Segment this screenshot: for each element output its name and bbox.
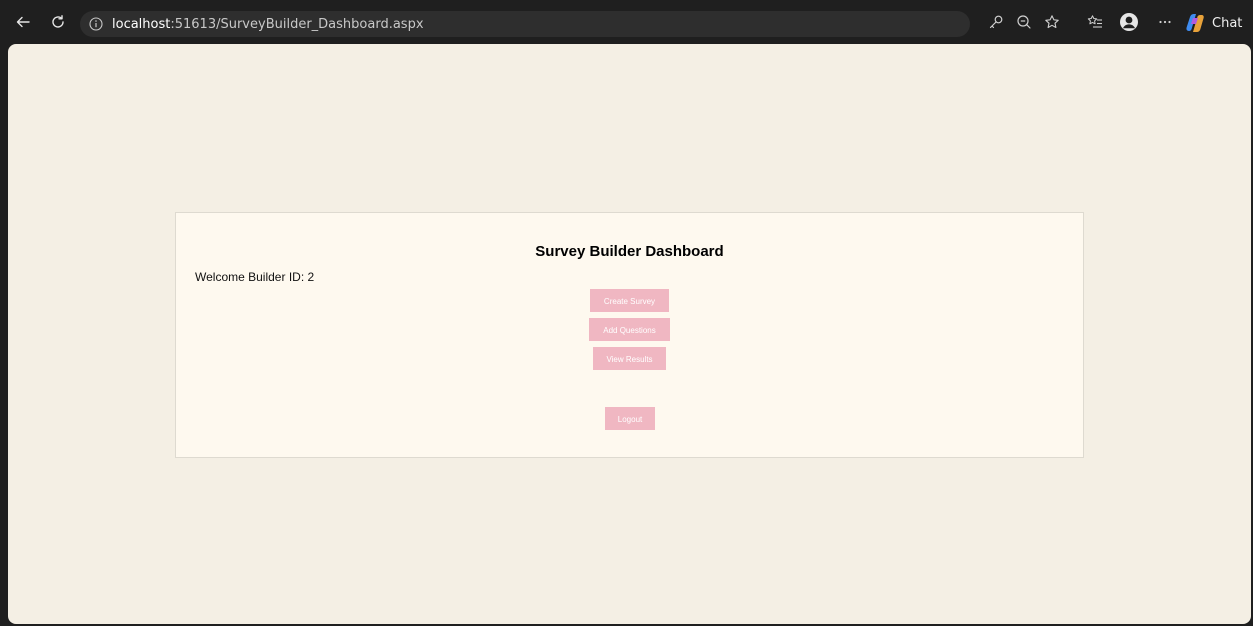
dashboard-panel: Survey Builder Dashboard Welcome Builder… — [175, 212, 1084, 458]
back-arrow-icon — [16, 16, 30, 28]
favorites-list-icon[interactable] — [1083, 10, 1107, 34]
reload-button[interactable] — [46, 10, 70, 34]
toolbar-actions — [1083, 10, 1177, 34]
add-questions-button[interactable]: Add Questions — [589, 318, 670, 341]
address-bar-actions — [984, 10, 1064, 34]
reload-icon — [52, 15, 64, 28]
logout-button[interactable]: Logout — [605, 407, 655, 430]
zoom-out-icon[interactable] — [1012, 10, 1036, 34]
favorite-star-icon[interactable] — [1040, 10, 1064, 34]
url-path: :51613/SurveyBuilder_Dashboard.aspx — [170, 16, 424, 32]
copilot-chat-button[interactable]: Chat — [1184, 10, 1242, 36]
browser-toolbar: localhost:51613/SurveyBuilder_Dashboard.… — [0, 0, 1253, 44]
site-info-icon[interactable] — [88, 16, 104, 32]
welcome-label: Welcome Builder ID: — [195, 270, 305, 284]
view-results-button[interactable]: View Results — [593, 347, 666, 370]
chat-label: Chat — [1212, 15, 1243, 31]
address-bar[interactable]: localhost:51613/SurveyBuilder_Dashboard.… — [80, 11, 970, 37]
url-text[interactable]: localhost:51613/SurveyBuilder_Dashboard.… — [112, 17, 424, 32]
back-button[interactable] — [11, 10, 35, 34]
welcome-text: Welcome Builder ID: 2 — [195, 270, 314, 284]
profile-avatar-icon[interactable] — [1117, 10, 1141, 34]
copilot-icon — [1186, 14, 1204, 32]
page-title: Survey Builder Dashboard — [535, 243, 724, 260]
password-key-icon[interactable] — [984, 10, 1008, 34]
page-viewport: Survey Builder Dashboard Welcome Builder… — [8, 44, 1251, 624]
more-options-icon[interactable] — [1153, 10, 1177, 34]
create-survey-button[interactable]: Create Survey — [590, 289, 669, 312]
builder-id-value: 2 — [307, 270, 315, 284]
url-host: localhost — [112, 16, 171, 32]
